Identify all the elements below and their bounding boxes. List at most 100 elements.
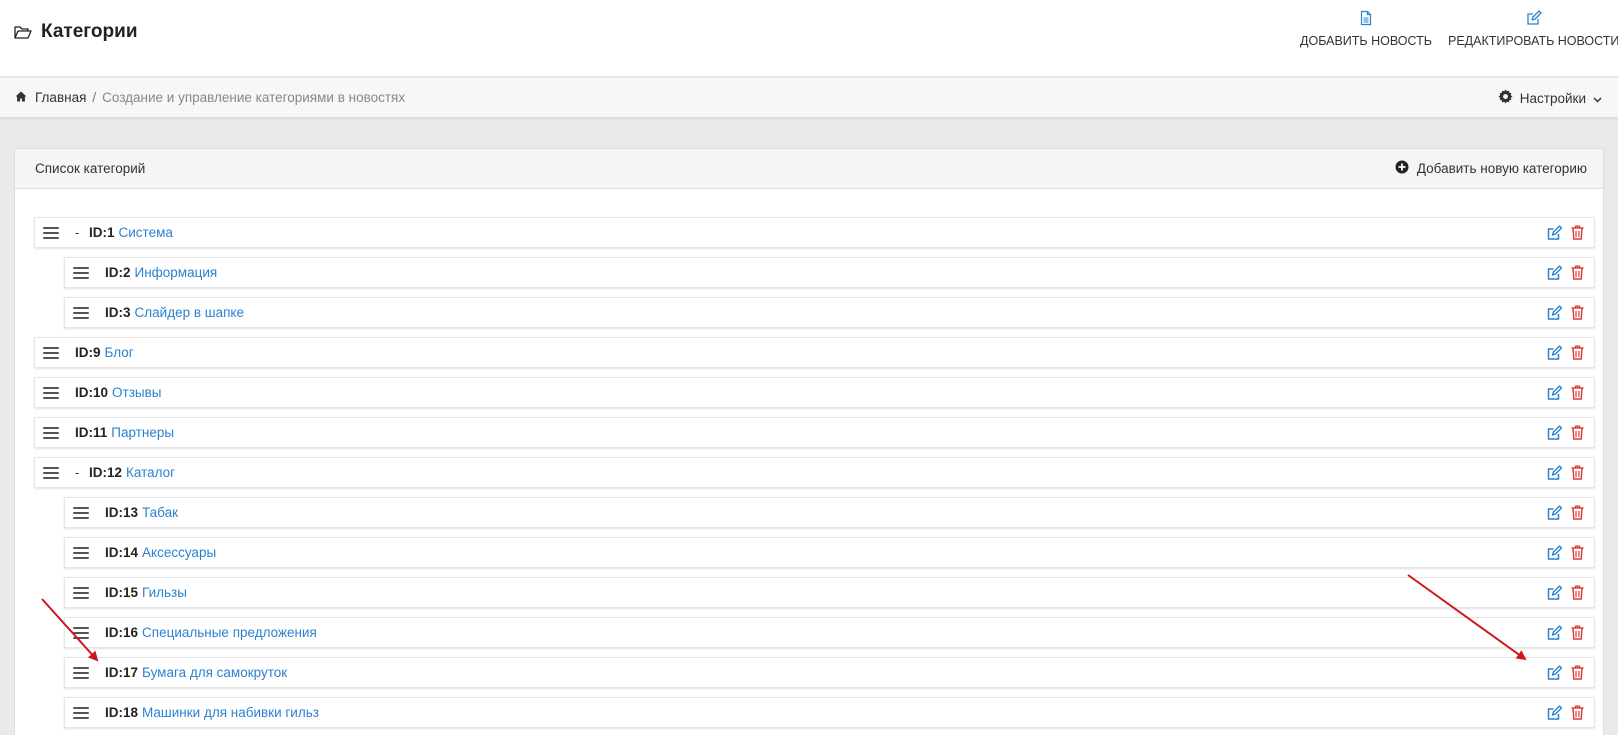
breadcrumb: Главная / Создание и управление категори… [15,90,405,105]
chevron-down-icon [1593,91,1602,106]
trash-icon[interactable] [1571,505,1584,520]
row-actions [1546,304,1584,321]
category-row[interactable]: ID:16 Специальные предложения [64,617,1595,648]
category-row[interactable]: ID:3 Слайдер в шапке [64,297,1595,328]
edit-icon[interactable] [1546,344,1563,361]
panel-header: Список категорий Добавить новую категори… [15,149,1603,189]
category-row[interactable]: ID:14 Аксессуары [64,537,1595,568]
edit-icon [1526,10,1542,26]
edit-icon[interactable] [1546,384,1563,401]
drag-handle-icon[interactable] [73,706,89,719]
trash-icon[interactable] [1571,625,1584,640]
drag-handle-icon[interactable] [73,586,89,599]
add-news-button[interactable]: ДОБАВИТЬ НОВОСТЬ [1300,10,1432,48]
category-id: ID:17 [105,665,139,680]
trash-icon[interactable] [1571,385,1584,400]
category-name-link[interactable]: Отзывы [112,385,161,400]
add-news-label: ДОБАВИТЬ НОВОСТЬ [1300,34,1432,48]
row-actions [1546,544,1584,561]
drag-handle-icon[interactable] [73,306,89,319]
drag-handle-icon[interactable] [43,226,59,239]
trash-icon[interactable] [1571,225,1584,240]
drag-handle-icon[interactable] [43,426,59,439]
trash-icon[interactable] [1571,425,1584,440]
add-category-button[interactable]: Добавить новую категорию [1395,160,1587,177]
category-id: ID:18 [105,705,139,720]
category-name-link[interactable]: Информация [135,265,218,280]
category-id: ID:9 [75,345,101,360]
edit-icon[interactable] [1546,464,1563,481]
row-actions [1546,704,1584,721]
drag-handle-icon[interactable] [43,466,59,479]
trash-icon[interactable] [1571,345,1584,360]
drag-handle-icon[interactable] [73,266,89,279]
edit-icon[interactable] [1546,624,1563,641]
category-name-link[interactable]: Табак [142,505,178,520]
drag-handle-icon[interactable] [73,546,89,559]
category-row[interactable]: ID:13 Табак [64,497,1595,528]
drag-handle-icon[interactable] [73,506,89,519]
category-name-link[interactable]: Блог [105,345,134,360]
breadcrumb-home-link[interactable]: Главная [35,90,86,105]
category-row[interactable]: - ID:12 Каталог [34,457,1595,488]
edit-icon[interactable] [1546,544,1563,561]
category-id: ID:11 [75,425,108,440]
category-name-link[interactable]: Аксессуары [142,545,216,560]
category-name-link[interactable]: Специальные предложения [142,625,317,640]
trash-icon[interactable] [1571,665,1584,680]
category-name-link[interactable]: Гильзы [142,585,187,600]
category-name-link[interactable]: Партнеры [111,425,174,440]
home-icon [15,90,27,105]
edit-icon[interactable] [1546,304,1563,321]
category-name-link[interactable]: Слайдер в шапке [135,305,244,320]
category-row[interactable]: ID:18 Машинки для набивки гильз [64,697,1595,728]
category-id: ID:3 [105,305,131,320]
edit-icon[interactable] [1546,584,1563,601]
edit-icon[interactable] [1546,424,1563,441]
drag-handle-icon[interactable] [73,626,89,639]
breadcrumb-bar: Главная / Создание и управление категори… [0,78,1618,118]
category-row[interactable]: ID:15 Гильзы [64,577,1595,608]
trash-icon[interactable] [1571,305,1584,320]
drag-handle-icon[interactable] [43,386,59,399]
row-actions [1546,584,1584,601]
trash-icon[interactable] [1571,265,1584,280]
category-row[interactable]: ID:17 Бумага для самокруток [64,657,1595,688]
trash-icon[interactable] [1571,585,1584,600]
category-row[interactable]: - ID:1 Система [34,217,1595,248]
category-row[interactable]: ID:10 Отзывы [34,377,1595,408]
edit-icon[interactable] [1546,504,1563,521]
folder-open-icon [14,25,32,40]
edit-icon[interactable] [1546,704,1563,721]
edit-news-button[interactable]: РЕДАКТИРОВАТЬ НОВОСТИ [1448,10,1618,48]
row-actions [1546,224,1584,241]
category-id: ID:1 [89,225,115,240]
drag-handle-icon[interactable] [43,346,59,359]
edit-icon[interactable] [1546,224,1563,241]
row-actions [1546,504,1584,521]
category-row[interactable]: ID:2 Информация [64,257,1595,288]
category-id: ID:16 [105,625,139,640]
edit-icon[interactable] [1546,264,1563,281]
collapse-toggle[interactable]: - [75,465,81,480]
row-actions [1546,464,1584,481]
category-name-link[interactable]: Машинки для набивки гильз [142,705,319,720]
row-actions [1546,264,1584,281]
category-row[interactable]: ID:9 Блог [34,337,1595,368]
breadcrumb-separator: / [92,90,97,105]
gear-icon [1498,89,1513,107]
settings-dropdown[interactable]: Настройки [1498,89,1602,107]
trash-icon[interactable] [1571,545,1584,560]
edit-news-label: РЕДАКТИРОВАТЬ НОВОСТИ [1448,34,1618,48]
trash-icon[interactable] [1571,465,1584,480]
collapse-toggle[interactable]: - [75,225,81,240]
category-name-link[interactable]: Каталог [126,465,175,480]
drag-handle-icon[interactable] [73,666,89,679]
trash-icon[interactable] [1571,705,1584,720]
edit-icon[interactable] [1546,664,1563,681]
category-id: ID:10 [75,385,109,400]
category-row[interactable]: ID:11 Партнеры [34,417,1595,448]
category-id: ID:14 [105,545,139,560]
category-name-link[interactable]: Бумага для самокруток [142,665,287,680]
category-name-link[interactable]: Система [119,225,173,240]
